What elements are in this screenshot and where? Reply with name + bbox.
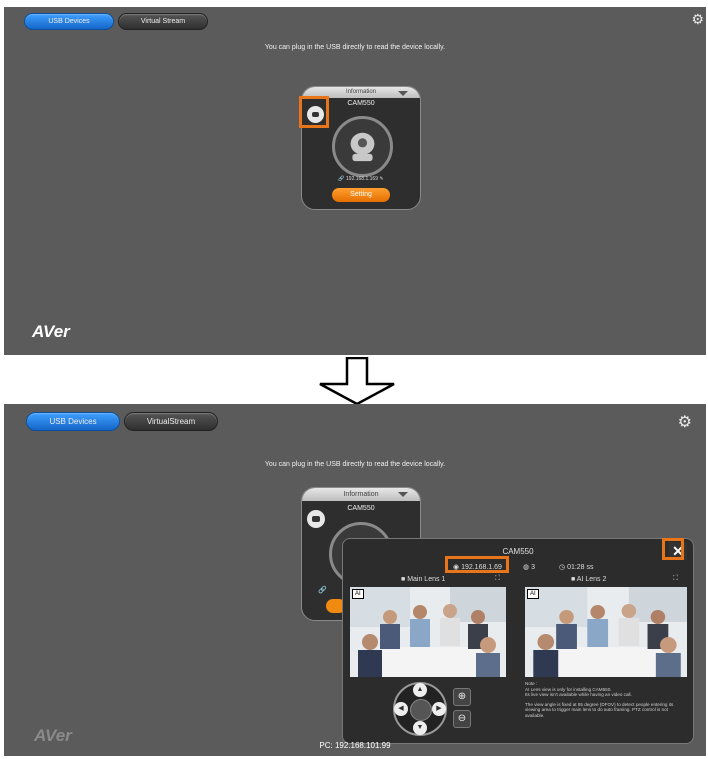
ptz-center[interactable] [410,699,432,721]
link-icon[interactable]: 🔗 [318,586,327,594]
information-label: Information [345,89,376,95]
main-lens-header: ■ Main Lens 1 [401,576,445,583]
device-ip: 192.168.1.169 [346,176,378,182]
user-count: 3 [531,564,535,571]
main-lens-label: Main Lens [407,576,440,583]
zoom-out-button[interactable]: ⊖ [453,710,471,728]
camera-icon[interactable] [307,510,325,528]
information-dropdown[interactable]: Information [302,488,420,501]
bottom-screen: USB Devices VirtualStream ⚙ You can plug… [4,404,706,756]
close-highlight [662,538,684,560]
camera-icon-highlight [299,96,329,128]
gear-icon[interactable]: ⚙ [691,11,704,28]
note-text: Note : AI Lens view is only for installi… [525,681,685,719]
user-icon: ◍ [523,564,530,571]
device-name: CAM550 [347,505,375,512]
video-icon: ■ [401,576,406,583]
ai-lens-header: ■ AI Lens 2 [571,576,606,583]
down-arrow-icon [319,357,395,405]
instruction-text: You can plug in the USB directly to read… [264,461,446,468]
ai-lens-number: 2 [602,576,607,583]
tab-virtual-stream[interactable]: Virtual Stream [118,13,208,30]
ptz-left-button[interactable]: ◀ [394,702,408,716]
live-view-dialog: CAM550 ✕ ◉ 192.168.1.69 ◍ 3 ◷ 01:28 ss ■… [342,538,694,744]
users-stat: ◍ 3 [523,563,535,571]
ptz-up-button[interactable]: ▲ [413,683,427,697]
pc-ip: PC: 192.168.101.99 [319,741,391,750]
setting-button[interactable]: Setting [332,188,390,202]
expand-icon[interactable]: ⛶ [673,575,678,583]
session-time: 01:28 ss [567,564,594,571]
information-label: Information [343,491,379,498]
main-lens-number: 1 [441,576,446,583]
main-lens-view: AI [350,587,506,677]
ai-tag: AI [352,589,364,599]
aver-logo: AVer [32,322,70,341]
link-icon[interactable]: 🔗 [338,176,344,182]
zoom-in-button[interactable]: ⊕ [453,688,471,706]
note-line-3: The view angle is fixed at 85 degree (DF… [525,701,674,718]
time-stat: ◷ 01:28 ss [559,563,594,571]
ai-lens-label: AI Lens [576,576,601,583]
ptz-right-button[interactable]: ▶ [432,702,446,716]
camera-image-icon [350,132,375,162]
device-avatar [332,116,393,177]
dialog-title: CAM550 [502,547,534,556]
gear-icon[interactable]: ⚙ [678,412,692,432]
video-icon: ■ [571,576,576,583]
tab-virtual-stream[interactable]: VirtualStream [124,412,218,431]
tab-bar: USB Devices Virtual Stream [24,13,208,30]
chevron-down-icon [398,91,408,96]
tab-usb-devices[interactable]: USB Devices [26,412,120,431]
ai-tag: AI [527,589,539,599]
meeting-photo [350,587,506,677]
ptz-down-button[interactable]: ▼ [413,721,427,735]
clock-icon: ◷ [559,564,566,571]
ip-highlight [445,556,509,573]
ptz-control: ▲ ▼ ◀ ▶ [393,682,447,736]
meeting-photo [525,587,687,677]
ai-lens-view: AI [525,587,687,677]
instruction-text: You can plug in the USB directly to read… [264,44,446,51]
edit-icon[interactable]: ✎ [379,176,383,182]
tab-bar: USB Devices VirtualStream [26,412,218,431]
ip-row: 🔗 192.168.1.169 ✎ [302,176,420,182]
top-screen: USB Devices Virtual Stream ⚙ You can plu… [4,7,706,355]
expand-icon[interactable]: ⛶ [495,575,500,583]
tab-usb-devices[interactable]: USB Devices [24,13,114,30]
chevron-down-icon [398,492,408,497]
